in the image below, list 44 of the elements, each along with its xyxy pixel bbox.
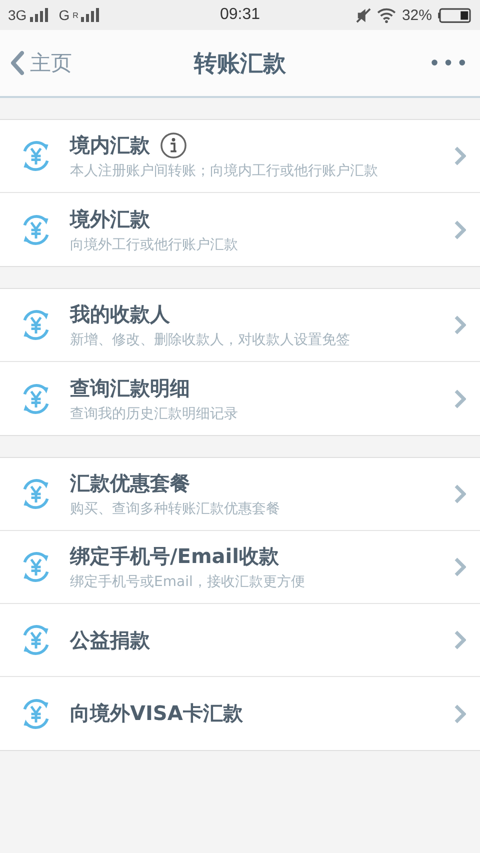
chevron-right-icon [454,484,466,504]
chevron-right-icon [454,220,466,240]
menu-item[interactable]: 查询汇款明细 查询我的历史汇款明细记录 [0,362,480,435]
page-title: 转账汇款 [194,50,286,78]
chevron-right-icon [454,630,466,650]
item-title: 境外汇款 [70,206,150,232]
menu-item[interactable]: 绑定手机号/Email收款 绑定手机号或Email，接收汇款更方便 [0,531,480,604]
menu-item[interactable]: 向境外VISA卡汇款 [0,677,480,750]
menu-item[interactable]: 境内汇款 本人注册账户间转账；向境内工行或他行账户汇款 [0,120,480,193]
chevron-right-icon [454,146,466,166]
back-chevron-icon [10,50,24,76]
battery-percent: 32% [402,6,432,24]
menu-item[interactable]: 我的收款人 新增、修改、删除收款人，对收款人设置免签 [0,289,480,362]
battery-icon [438,8,472,22]
info-icon[interactable] [160,132,187,159]
item-description: 绑定手机号或Email，接收汇款更方便 [70,573,306,591]
chevron-right-icon [454,388,466,408]
item-description: 向境外工行或他行账户汇款 [70,236,239,254]
item-title: 公益捐款 [70,626,150,654]
chevron-right-icon [454,315,466,335]
item-title: 境内汇款 [70,132,150,159]
wifi-icon [376,8,396,22]
item-description: 查询我的历史汇款明细记录 [70,404,239,422]
signal-icon [30,8,50,22]
network-label: 3G [8,7,27,23]
item-description: 新增、修改、删除收款人，对收款人设置免签 [70,331,351,349]
menu-item[interactable]: 境外汇款 向境外工行或他行账户汇款 [0,193,480,266]
mute-icon [356,8,371,22]
item-title: 绑定手机号/Email收款 [70,543,280,570]
signal-icon [81,8,102,22]
chevron-right-icon [454,557,466,577]
roaming-label: R [72,11,78,20]
item-description: 本人注册账户间转账；向境内工行或他行账户汇款 [70,162,379,180]
chevron-right-icon [454,704,466,724]
item-description: 购买、查询多种转账汇款优惠套餐 [70,500,281,518]
item-title: 向境外VISA卡汇款 [70,700,243,727]
item-title: 查询汇款明细 [70,374,190,402]
clock-time: 09:31 [220,6,260,24]
network-label: G [58,7,70,23]
more-button[interactable]: ••• [428,51,470,75]
item-title: 汇款优惠套餐 [70,470,190,497]
item-title: 我的收款人 [70,301,170,328]
menu-item[interactable]: 汇款优惠套餐 购买、查询多种转账汇款优惠套餐 [0,458,480,531]
menu-item[interactable]: 公益捐款 [0,604,480,677]
